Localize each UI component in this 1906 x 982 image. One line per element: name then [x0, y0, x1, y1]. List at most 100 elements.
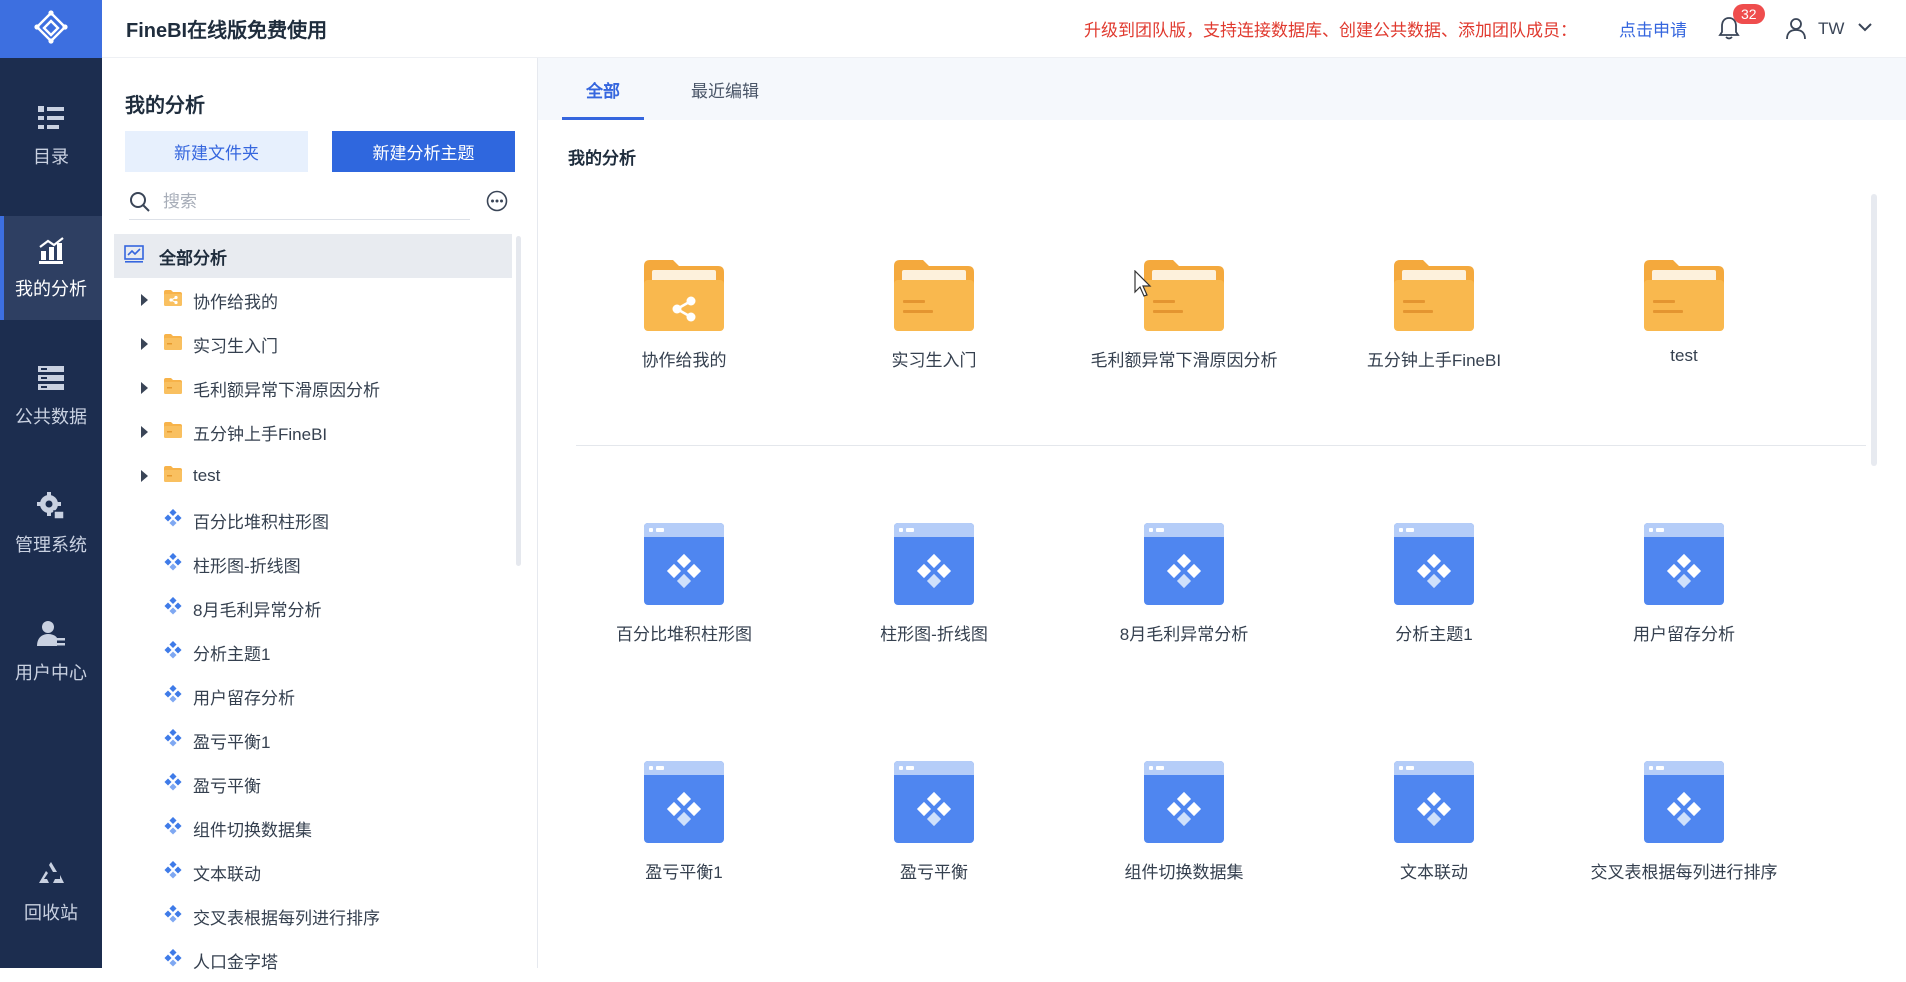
nav-item-management[interactable]: 管理系统	[0, 472, 102, 576]
tree-item-label: 毛利额异常下滑原因分析	[193, 376, 380, 401]
tree-root-all[interactable]: 全部分析	[114, 234, 512, 278]
tree-item[interactable]: 五分钟上手FineBI	[114, 410, 512, 454]
tree-item-label: 盈亏平衡	[193, 772, 261, 797]
folder-card[interactable]: test	[1559, 258, 1809, 366]
chevron-down-icon[interactable]	[1857, 21, 1873, 33]
analysis-subject-icon	[559, 522, 809, 606]
analysis-subject-icon	[559, 760, 809, 844]
nav-item-my-analysis[interactable]: 我的分析	[0, 216, 102, 320]
expand-caret-icon[interactable]	[141, 470, 148, 482]
section-title: 我的分析	[568, 144, 636, 169]
top-header: FineBI在线版免费使用 升级到团队版，支持连接数据库、创建公共数据、添加团队…	[102, 0, 1906, 58]
tree-item-label: 盈亏平衡1	[193, 728, 270, 753]
tree-item[interactable]: 分析主题1	[114, 630, 512, 674]
tree-item-label: 全部分析	[159, 244, 227, 269]
tab-bar: 全部 最近编辑	[538, 58, 1906, 120]
card-label: 交叉表根据每列进行排序	[1559, 858, 1809, 883]
tree-item-label: 五分钟上手FineBI	[193, 420, 327, 445]
nav-label: 公共数据	[15, 403, 87, 429]
tree-item[interactable]: 实习生入门	[114, 322, 512, 366]
tree-item[interactable]: 毛利额异常下滑原因分析	[114, 366, 512, 410]
analysis-subject-card[interactable]: 盈亏平衡1	[559, 760, 809, 883]
tree-item[interactable]: 组件切换数据集	[114, 806, 512, 850]
analysis-icon	[36, 235, 66, 265]
card-label: 盈亏平衡	[809, 858, 1059, 883]
tree-item[interactable]: 盈亏平衡	[114, 762, 512, 806]
catalog-icon	[36, 103, 66, 133]
gear-icon	[36, 491, 66, 521]
search-input[interactable]	[163, 192, 443, 212]
tree-item-label: 文本联动	[193, 860, 261, 885]
tab-recent[interactable]: 最近编辑	[670, 58, 780, 120]
nav-item-recycle-bin[interactable]: 回收站	[0, 840, 102, 944]
analysis-subject-card[interactable]: 百分比堆积柱形图	[559, 522, 809, 645]
analysis-subject-card[interactable]: 柱形图-折线图	[809, 522, 1059, 645]
tree-item[interactable]: 协作给我的	[114, 278, 512, 322]
analysis-subject-icon	[164, 949, 182, 972]
analysis-subject-icon	[164, 553, 182, 576]
card-label: 百分比堆积柱形图	[559, 620, 809, 645]
tree-item[interactable]: 文本联动	[114, 850, 512, 894]
content-scrollbar[interactable]	[1871, 194, 1877, 466]
notification-badge: 32	[1733, 4, 1765, 24]
card-label: 组件切换数据集	[1059, 858, 1309, 883]
tree-item-label: 实习生入门	[193, 332, 278, 357]
search-icon	[129, 191, 151, 213]
tree-item[interactable]: 盈亏平衡1	[114, 718, 512, 762]
tree-item[interactable]: 人口金字塔	[114, 938, 512, 982]
app-title: FineBI在线版免费使用	[126, 14, 327, 43]
tree-item-label: 8月毛利异常分析	[193, 596, 321, 621]
card-label: test	[1559, 346, 1809, 366]
analysis-subject-card[interactable]: 分析主题1	[1309, 522, 1559, 645]
nav-item-user-center[interactable]: 用户中心	[0, 600, 102, 704]
tree-item[interactable]: test	[114, 454, 512, 498]
analysis-subject-icon	[1559, 522, 1809, 606]
expand-caret-icon[interactable]	[141, 426, 148, 438]
shared-folder-icon	[559, 258, 809, 332]
analysis-subject-card[interactable]: 用户留存分析	[1559, 522, 1809, 645]
user-name[interactable]: TW	[1818, 19, 1844, 39]
nav-item-public-data[interactable]: 公共数据	[0, 344, 102, 448]
user-icon[interactable]	[1786, 18, 1806, 40]
more-options-icon[interactable]	[486, 190, 508, 212]
analysis-subject-icon	[1059, 522, 1309, 606]
card-label: 8月毛利异常分析	[1059, 620, 1309, 645]
upgrade-promo-text: 升级到团队版，支持连接数据库、创建公共数据、添加团队成员：	[1084, 16, 1577, 41]
analysis-subject-card[interactable]: 文本联动	[1309, 760, 1559, 883]
analysis-subject-card[interactable]: 盈亏平衡	[809, 760, 1059, 883]
tree-item[interactable]: 百分比堆积柱形图	[114, 498, 512, 542]
finebi-logo[interactable]	[0, 0, 102, 58]
folder-card[interactable]: 毛利额异常下滑原因分析	[1059, 258, 1309, 371]
nav-label: 目录	[33, 143, 69, 169]
tree-item[interactable]: 8月毛利异常分析	[114, 586, 512, 630]
expand-caret-icon[interactable]	[141, 294, 148, 306]
tree-scrollbar[interactable]	[516, 236, 521, 566]
apply-link[interactable]: 点击申请	[1619, 16, 1687, 41]
folder-card[interactable]: 实习生入门	[809, 258, 1059, 371]
new-folder-button[interactable]: 新建文件夹	[125, 131, 308, 172]
folder-icon	[163, 421, 183, 444]
analysis-subject-icon	[164, 597, 182, 620]
nav-item-catalog[interactable]: 目录	[0, 84, 102, 188]
shared-folder-card[interactable]: 协作给我的	[559, 258, 809, 371]
tree-item[interactable]: 用户留存分析	[114, 674, 512, 718]
analysis-subject-card[interactable]: 组件切换数据集	[1059, 760, 1309, 883]
expand-caret-icon[interactable]	[141, 382, 148, 394]
analysis-subject-card[interactable]: 8月毛利异常分析	[1059, 522, 1309, 645]
folder-card[interactable]: 五分钟上手FineBI	[1309, 258, 1559, 371]
new-analysis-subject-button[interactable]: 新建分析主题	[332, 131, 515, 172]
shared-folder-icon	[163, 289, 183, 312]
database-icon	[36, 363, 66, 393]
tab-all[interactable]: 全部	[562, 58, 644, 120]
tree-item-label: 协作给我的	[193, 288, 278, 313]
tree-item[interactable]: 交叉表根据每列进行排序	[114, 894, 512, 938]
main-content: 全部 最近编辑 我的分析 协作给我的实习生入门毛利额异常下滑原因分析五分钟上手F…	[538, 58, 1906, 968]
tree-item[interactable]: 柱形图-折线图	[114, 542, 512, 586]
analysis-subject-card[interactable]: 交叉表根据每列进行排序	[1559, 760, 1809, 883]
tree-item-label: 柱形图-折线图	[193, 552, 301, 577]
analysis-subject-icon	[164, 509, 182, 532]
nav-label: 用户中心	[15, 659, 87, 685]
analysis-subject-icon	[809, 522, 1059, 606]
folder-icon	[1309, 258, 1559, 332]
expand-caret-icon[interactable]	[141, 338, 148, 350]
